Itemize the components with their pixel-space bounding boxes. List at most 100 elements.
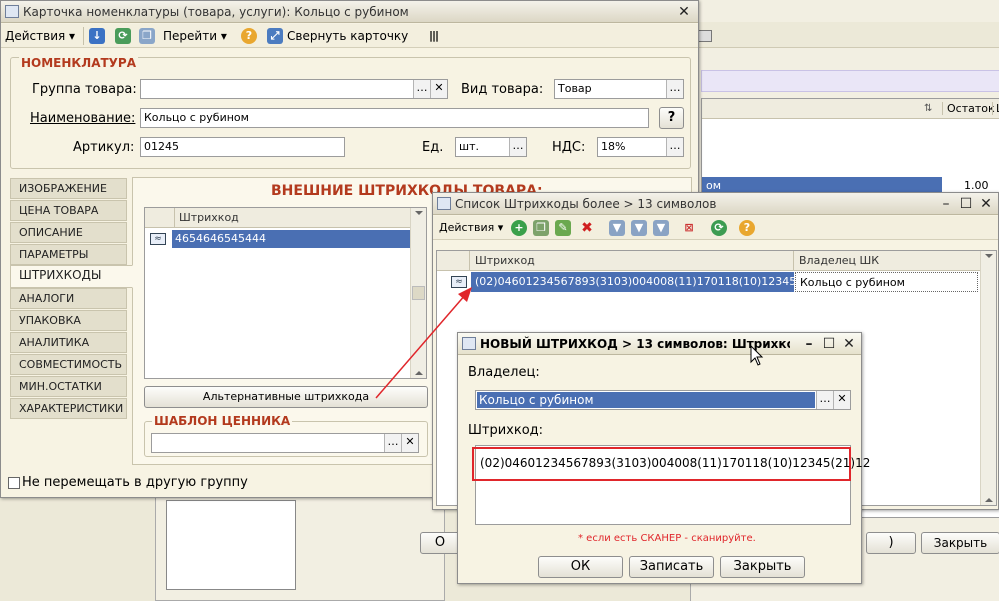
- collapse-card-icon[interactable]: ⤢: [267, 28, 283, 44]
- filter-clear-icon[interactable]: ⊠: [681, 220, 697, 236]
- list-maximize-icon[interactable]: ☐: [958, 196, 974, 212]
- card-window-icon: [5, 5, 19, 18]
- filter-list-icon[interactable]: ▼: [653, 220, 669, 236]
- list-scrollbar[interactable]: [980, 251, 996, 505]
- card-actions-label: Действия: [5, 29, 66, 43]
- tab-analogs[interactable]: АНАЛОГИ: [10, 288, 127, 309]
- list-refresh-icon[interactable]: ⟳: [711, 220, 727, 236]
- save-close-icon[interactable]: ↓: [89, 28, 105, 44]
- vat-field[interactable]: 18% …: [597, 137, 684, 157]
- tab-barcodes[interactable]: ШТРИХКОДЫ: [10, 265, 133, 288]
- unit-select-button[interactable]: …: [509, 138, 526, 156]
- filter-icon[interactable]: ▼: [609, 220, 625, 236]
- bg-lower-window: [155, 495, 445, 601]
- list-actions-menu[interactable]: Действия ▾: [439, 218, 503, 238]
- card-actions-menu[interactable]: Действия ▾: [5, 26, 75, 46]
- list-minimize-icon[interactable]: –: [938, 196, 954, 212]
- card-close-icon[interactable]: ✕: [676, 4, 692, 20]
- close-label: Закрыть: [733, 559, 792, 574]
- price-template-clear-icon[interactable]: ✕: [401, 434, 418, 452]
- tab-description[interactable]: ОПИСАНИЕ: [10, 222, 127, 243]
- barcode-row-icon: ≈: [150, 233, 166, 245]
- list-col-owner: Владелец ШК: [793, 251, 879, 271]
- bg-col-l-header: L: [992, 102, 999, 115]
- barcode-row-value: 4654646545444: [175, 232, 266, 245]
- card-titlebar: Карточка номенклатуры (товара, услуги): …: [1, 1, 698, 23]
- tab-min-stock[interactable]: МИН.ОСТАТКИ: [10, 376, 127, 397]
- kind-value: Товар: [558, 82, 592, 95]
- bg-o-button[interactable]: О: [420, 532, 460, 554]
- ok-button[interactable]: ОК: [538, 556, 623, 578]
- collapse-card-label: Свернуть карточку: [287, 29, 409, 43]
- copy-icon[interactable]: ❐: [139, 28, 155, 44]
- edit-icon[interactable]: ✎: [555, 220, 571, 236]
- help-icon[interactable]: ?: [241, 28, 257, 44]
- refresh-icon[interactable]: ⟳: [115, 28, 131, 44]
- unit-value: шт.: [459, 140, 479, 153]
- dialog-minimize-icon[interactable]: –: [801, 336, 817, 352]
- card-goto-menu[interactable]: Перейти ▾: [163, 26, 227, 46]
- price-template-select-button[interactable]: …: [384, 434, 401, 452]
- no-move-label[interactable]: Не перемещать в другую группу: [22, 475, 248, 490]
- nomenclature-section-title: НОМЕНКЛАТУРА: [19, 56, 139, 70]
- vat-select-button[interactable]: …: [666, 138, 683, 156]
- card-toolbar: Действия ▾ ↓ ⟳ ❐ Перейти ▾ ? ⤢ Свернуть …: [1, 24, 698, 48]
- barcode-value[interactable]: (02)04601234567893(3103)004008(11)170118…: [480, 456, 870, 470]
- name-help-button[interactable]: ?: [659, 107, 684, 129]
- article-label: Артикул:: [73, 140, 135, 155]
- owner-select-button[interactable]: …: [816, 391, 833, 409]
- toolbar-separator: [83, 27, 84, 45]
- barcode-icon[interactable]: |||: [429, 29, 439, 42]
- vat-label: НДС:: [552, 140, 586, 155]
- list-close-icon[interactable]: ✕: [978, 196, 994, 212]
- bg-close-button[interactable]: Закрыть: [921, 532, 999, 554]
- owner-field[interactable]: Кольцо с рубином … ✕: [475, 390, 851, 410]
- save-button[interactable]: Записать: [629, 556, 714, 578]
- save-label: Записать: [639, 559, 704, 574]
- name-value: Кольцо с рубином: [144, 111, 249, 124]
- close-button[interactable]: Закрыть: [720, 556, 805, 578]
- name-label[interactable]: Наименование:: [30, 111, 135, 126]
- bg-purple-strip: [701, 70, 999, 92]
- collapse-card-button[interactable]: Свернуть карточку: [287, 26, 408, 46]
- tab-compatibility[interactable]: СОВМЕСТИМОСТЬ: [10, 354, 127, 375]
- owner-clear-icon[interactable]: ✕: [833, 391, 850, 409]
- kind-field[interactable]: Товар …: [554, 79, 684, 99]
- tab-characteristics[interactable]: ХАРАКТЕРИСТИКИ: [10, 398, 127, 419]
- article-field[interactable]: 01245: [140, 137, 345, 157]
- tab-packaging[interactable]: УПАКОВКА: [10, 310, 127, 331]
- unit-field[interactable]: шт. …: [455, 137, 527, 157]
- barcodes-grid-header: Штрихкод: [145, 208, 426, 228]
- delete-icon[interactable]: ✖: [579, 220, 595, 236]
- filter-settings-icon[interactable]: ▼: [631, 220, 647, 236]
- name-field[interactable]: Кольцо с рубином: [140, 108, 649, 128]
- list-help-icon[interactable]: ?: [739, 220, 755, 236]
- copy-row-icon[interactable]: ❐: [533, 220, 549, 236]
- list-titlebar: Список Штрихкоды более > 13 символов – ☐…: [433, 193, 998, 215]
- dialog-maximize-icon[interactable]: ☐: [821, 336, 837, 352]
- bg-partial-button-left[interactable]: ): [866, 532, 916, 554]
- list-row-owner[interactable]: Кольцо с рубином: [795, 272, 978, 292]
- group-clear-icon[interactable]: ✕: [430, 80, 447, 98]
- group-select-button[interactable]: …: [413, 80, 430, 98]
- owner-value: Кольцо с рубином: [479, 393, 594, 407]
- no-move-checkbox[interactable]: [8, 477, 20, 489]
- barcodes-col-header: Штрихкод: [174, 208, 239, 228]
- list-row-barcode[interactable]: (02)04601234567893(3103)004008(11)170118…: [471, 272, 833, 292]
- group-field[interactable]: … ✕: [140, 79, 448, 99]
- add-icon[interactable]: +: [511, 220, 527, 236]
- tab-price[interactable]: ЦЕНА ТОВАРА: [10, 200, 127, 221]
- dialog-title: НОВЫЙ ШТРИХКОД > 13 символов: Штрихкоды …: [480, 337, 790, 351]
- scanner-note: * если есть СКАНЕР - сканируйте.: [578, 533, 756, 544]
- card-title: Карточка номенклатуры (товара, услуги): …: [23, 5, 409, 19]
- barcode-row[interactable]: 4654646545444: [172, 230, 411, 248]
- tab-parameters[interactable]: ПАРАМЕТРЫ: [10, 244, 127, 265]
- tab-analytics[interactable]: АНАЛИТИКА: [10, 332, 127, 353]
- new-barcode-dialog: НОВЫЙ ШТРИХКОД > 13 символов: Штрихкоды …: [457, 332, 870, 584]
- price-template-field[interactable]: … ✕: [151, 433, 419, 453]
- list-row-owner-value: Кольцо с рубином: [800, 276, 905, 289]
- kind-select-button[interactable]: …: [666, 80, 683, 98]
- dialog-close-icon[interactable]: ✕: [841, 336, 857, 352]
- tab-image[interactable]: ИЗОБРАЖЕНИЕ: [10, 178, 127, 199]
- bg-lower-box: [166, 500, 296, 590]
